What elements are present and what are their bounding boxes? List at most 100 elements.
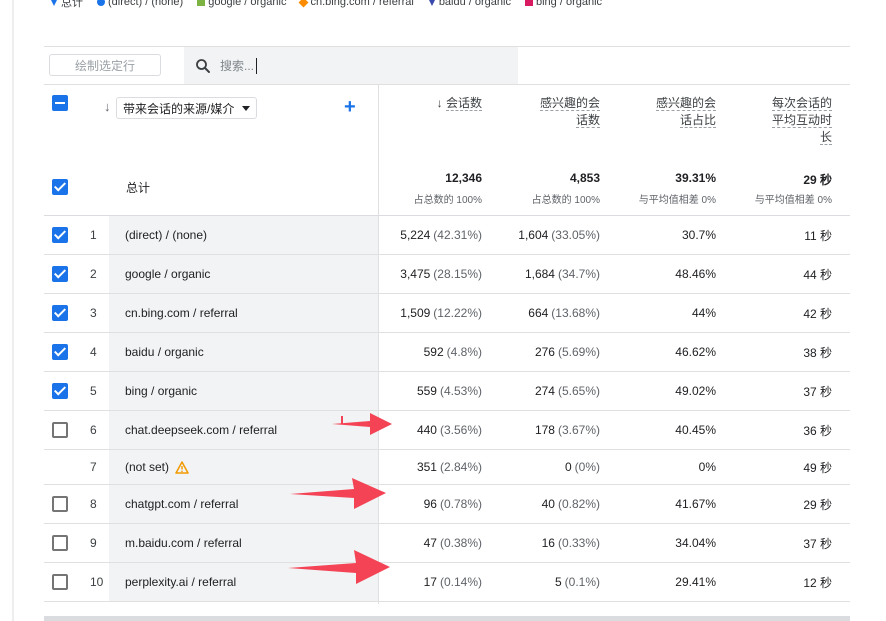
source-medium-cell[interactable]: cn.bing.com / referral	[125, 294, 238, 332]
totals-label: 总计	[126, 181, 151, 195]
row-checkbox[interactable]	[52, 266, 68, 282]
select-all-checkbox[interactable]	[52, 95, 68, 111]
source-medium-cell[interactable]: m.baidu.com / referral	[125, 524, 242, 562]
source-medium-cell[interactable]: (direct) / (none)	[125, 216, 207, 254]
plot-rows-button[interactable]: 绘制选定行	[49, 54, 161, 76]
source-medium-cell[interactable]: chat.deepseek.com / referral	[125, 411, 277, 449]
totals-checkbox[interactable]	[52, 179, 68, 195]
avg-time-cell: 12 秒	[803, 575, 832, 590]
row-checkbox[interactable]	[52, 535, 68, 551]
row-number: 4	[90, 345, 97, 359]
source-medium-cell[interactable]: (not set)	[125, 450, 189, 484]
table-row[interactable]: 9 m.baidu.com / referral 47 (0.38%) 16 (0.…	[44, 524, 850, 563]
row-checkbox[interactable]	[52, 344, 68, 360]
red-arrow-annotation	[288, 550, 390, 584]
warning-icon[interactable]	[175, 460, 189, 474]
source-medium-cell[interactable]: chatgpt.com / referral	[125, 485, 238, 523]
source-medium-cell[interactable]: bing / organic	[125, 372, 197, 410]
row-checkbox[interactable]	[52, 305, 68, 321]
avg-time-cell: 49 秒	[803, 460, 832, 475]
table-toolbar: 绘制选定行	[44, 46, 850, 85]
table-row[interactable]: 3 cn.bing.com / referral 1,509 (12.22%) 6…	[44, 294, 850, 333]
engaged-sessions-cell: 1,684 (34.7%)	[524, 267, 600, 281]
row-checkbox[interactable]	[52, 422, 68, 438]
table-row[interactable]: 10 perplexity.ai / referral 17 (0.14%) 5(…	[44, 563, 850, 602]
engaged-sessions-cell: 16 (0.33%)	[541, 536, 600, 550]
source-medium-cell[interactable]: baidu / organic	[125, 333, 204, 371]
row-number: 5	[90, 384, 97, 398]
red-arrow-annotation	[290, 478, 386, 509]
search-input[interactable]	[218, 58, 502, 74]
table-row[interactable]: 2 google / organic 3,475 (28.15%) 1,684 (3…	[44, 255, 850, 294]
table-row[interactable]: 5 bing / organic 559 (4.53%) 274 (5.65%) 4…	[44, 372, 850, 411]
source-medium-label: google / organic	[125, 267, 211, 281]
row-number: 7	[90, 460, 97, 474]
sessions-cell: 5,224 (42.31%)	[400, 228, 482, 242]
avg-time-cell: 37 秒	[803, 536, 832, 551]
sessions-cell: 96 (0.78%)	[423, 497, 482, 511]
sessions-cell: 592 (4.8%)	[423, 345, 482, 359]
source-medium-label: perplexity.ai / referral	[125, 575, 237, 589]
table-body: 1 (direct) / (none) 5,224 (42.31%) 1,604(…	[44, 216, 850, 602]
total-engaged-sessions-sub: 占总数的 100%	[531, 195, 600, 206]
dimension-select[interactable]: 带来会话的来源/媒介	[116, 97, 258, 119]
red-arrow-annotation	[332, 413, 392, 435]
table-row[interactable]: 4 baidu / organic 592 (4.8%) 276 (5.69%) 4…	[44, 333, 850, 372]
data-table: ↓ 带来会话的来源/媒介 + ↓ 会话数 感兴趣的会 话数 感兴趣的会 话占比 每次…	[44, 84, 850, 604]
text-cursor	[256, 58, 257, 74]
square-icon	[524, 0, 533, 6]
table-row[interactable]: 6 chat.deepseek.com / referral 440 (3.56%…	[44, 411, 850, 450]
row-number: 8	[90, 497, 97, 511]
column-header-avg-engagement-time[interactable]: 每次会话的 平均互动时长	[716, 95, 832, 146]
row-checkbox[interactable]	[52, 227, 68, 243]
row-number: 6	[90, 423, 97, 437]
add-dimension-plus-icon[interactable]: +	[344, 96, 356, 119]
column-header-sessions[interactable]: ↓ 会话数	[379, 95, 482, 112]
total-avg-time-sub: 与平均值相差 0%	[754, 195, 832, 206]
row-checkbox[interactable]	[52, 383, 68, 399]
left-divider	[12, 0, 14, 621]
column-header-engaged-sessions[interactable]: 感兴趣的会 话数	[482, 95, 600, 129]
row-checkbox[interactable]	[52, 496, 68, 512]
avg-time-cell: 37 秒	[803, 384, 832, 399]
search-box[interactable]	[184, 47, 518, 85]
engagement-rate-cell: 49.02%	[675, 384, 716, 398]
sessions-cell: 559 (4.53%)	[416, 384, 482, 398]
column-header-engagement-rate[interactable]: 感兴趣的会 话占比	[600, 95, 716, 129]
table-row[interactable]: 8 chatgpt.com / referral 96 (0.78%) 40 (0.…	[44, 485, 850, 524]
avg-time-cell: 11 秒	[804, 228, 832, 243]
avg-time-cell: 36 秒	[803, 423, 832, 438]
chart-legend: 总计 (direct) / (none) google / organic cn…	[50, 0, 602, 20]
legend-item: (direct) / (none)	[97, 0, 183, 8]
avg-time-cell: 44 秒	[803, 267, 832, 282]
source-medium-cell[interactable]: perplexity.ai / referral	[125, 563, 236, 601]
avg-time-cell: 38 秒	[803, 345, 832, 360]
avg-time-cell: 42 秒	[803, 306, 832, 321]
engaged-sessions-cell: 178 (3.67%)	[534, 423, 600, 437]
legend-item: 总计	[50, 0, 83, 10]
triangle-icon	[427, 0, 436, 6]
total-sessions: 12,346	[445, 171, 482, 185]
engaged-sessions-cell: 0 (0%)	[564, 460, 600, 474]
row-number: 1	[90, 228, 97, 242]
source-medium-cell[interactable]: google / organic	[125, 255, 210, 293]
sessions-cell: 440 (3.56%)	[416, 423, 482, 437]
table-row[interactable]: 1 (direct) / (none) 5,224 (42.31%) 1,604(…	[44, 216, 850, 255]
total-sessions-sub: 占总数的 100%	[413, 195, 482, 206]
source-medium-label: (not set)	[125, 460, 170, 474]
row-number: 3	[90, 306, 97, 320]
row-number: 9	[90, 536, 97, 550]
horizontal-scrollbar[interactable]	[44, 616, 850, 621]
row-checkbox[interactable]	[52, 574, 68, 590]
engagement-rate-cell: 44%	[691, 306, 716, 320]
engagement-rate-cell: 40.45%	[675, 423, 716, 437]
engagement-rate-cell: 48.46%	[675, 267, 716, 281]
avg-time-cell: 29 秒	[803, 497, 832, 512]
table-row[interactable]: 7 (not set) 351 (2.84%) 0 (0%) 0% 49 秒	[44, 450, 850, 485]
row-number: 10	[90, 575, 104, 589]
sort-arrow-icon[interactable]: ↓	[104, 99, 111, 114]
row-number: 2	[90, 267, 97, 281]
caret-down-icon	[242, 105, 251, 111]
diamond-icon	[299, 0, 309, 7]
engagement-rate-cell: 30.7%	[681, 228, 716, 242]
